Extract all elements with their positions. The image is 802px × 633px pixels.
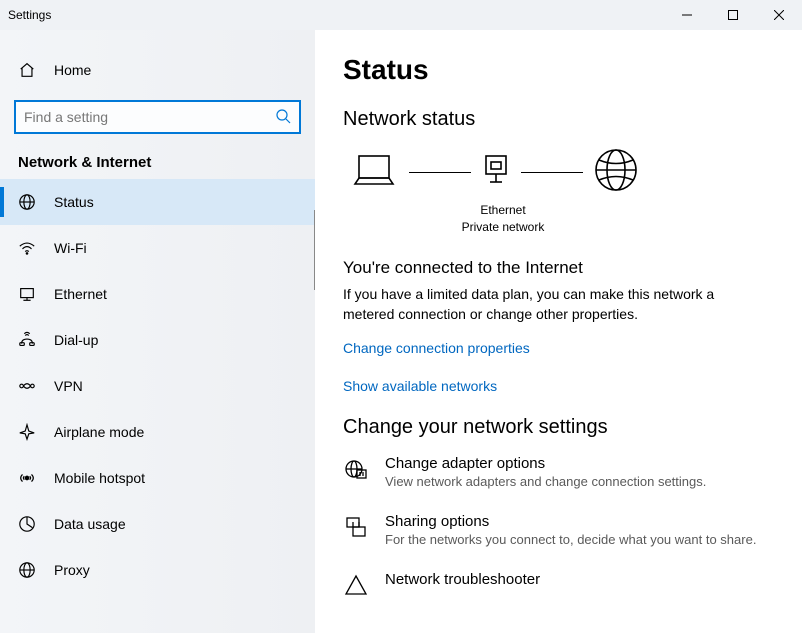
option-change-adapter[interactable]: Change adapter options View network adap… <box>343 455 774 489</box>
nav-label: Status <box>54 194 94 210</box>
close-button[interactable] <box>756 0 802 30</box>
nav-item-vpn[interactable]: VPN <box>0 363 315 409</box>
option-title: Network troubleshooter <box>385 571 540 588</box>
nav-item-proxy[interactable]: Proxy <box>0 547 315 593</box>
nav-item-dialup[interactable]: Dial-up <box>0 317 315 363</box>
link-show-networks[interactable]: Show available networks <box>343 378 774 394</box>
connector-line <box>521 172 583 174</box>
ethernet-icon <box>18 285 36 303</box>
nav-label: Mobile hotspot <box>54 470 145 486</box>
category-header: Network & Internet <box>0 144 315 179</box>
content-area: Status Network status <box>315 30 802 633</box>
connection-type: Private network <box>443 219 563 236</box>
search-field[interactable] <box>24 109 275 125</box>
section-change-settings: Change your network settings <box>343 416 774 439</box>
airplane-icon <box>18 423 36 441</box>
nav-item-status[interactable]: Status <box>0 179 315 225</box>
option-desc: View network adapters and change connect… <box>385 474 706 489</box>
troubleshoot-icon <box>343 571 369 597</box>
proxy-icon <box>18 561 36 579</box>
window-title: Settings <box>8 8 51 22</box>
home-label: Home <box>54 62 91 78</box>
nav-label: Proxy <box>54 562 90 578</box>
nav-label: VPN <box>54 378 83 394</box>
nav-label: Wi-Fi <box>54 240 87 256</box>
link-change-connection[interactable]: Change connection properties <box>343 340 774 356</box>
home-button[interactable]: Home <box>0 48 315 92</box>
vpn-icon <box>18 377 36 395</box>
globe-icon <box>593 147 639 198</box>
nav-item-ethernet[interactable]: Ethernet <box>0 271 315 317</box>
titlebar: Settings <box>0 0 802 30</box>
sidebar: Home Network & Internet <box>0 30 315 633</box>
page-title: Status <box>343 54 774 86</box>
option-title: Change adapter options <box>385 455 706 472</box>
connection-name: Ethernet <box>443 202 563 219</box>
wifi-icon <box>18 239 36 257</box>
home-icon <box>18 61 36 79</box>
nav-label: Dial-up <box>54 332 98 348</box>
minimize-button[interactable] <box>664 0 710 30</box>
nav-label: Ethernet <box>54 286 107 302</box>
maximize-button[interactable] <box>710 0 756 30</box>
nav-item-datausage[interactable]: Data usage <box>0 501 315 547</box>
nav-item-wifi[interactable]: Wi-Fi <box>0 225 315 271</box>
nav-label: Data usage <box>54 516 126 532</box>
diagram-caption: Ethernet Private network <box>443 202 563 236</box>
nav-label: Airplane mode <box>54 424 144 440</box>
option-title: Sharing options <box>385 513 756 530</box>
status-heading: You're connected to the Internet <box>343 258 774 278</box>
dialup-icon <box>18 331 36 349</box>
nav-item-airplane[interactable]: Airplane mode <box>0 409 315 455</box>
status-icon <box>18 193 36 211</box>
nav-item-hotspot[interactable]: Mobile hotspot <box>0 455 315 501</box>
adapter-options-icon <box>343 455 369 481</box>
option-desc: For the networks you connect to, decide … <box>385 532 756 547</box>
option-troubleshooter[interactable]: Network troubleshooter <box>343 571 774 597</box>
option-sharing[interactable]: Sharing options For the networks you con… <box>343 513 774 547</box>
search-input[interactable] <box>14 100 301 134</box>
laptop-icon <box>349 150 399 195</box>
datausage-icon <box>18 515 36 533</box>
search-icon <box>275 108 291 127</box>
connector-line <box>409 172 471 174</box>
hotspot-icon <box>18 469 36 487</box>
nav-list: Status Wi-Fi Ether <box>0 179 315 593</box>
sharing-icon <box>343 513 369 539</box>
adapter-icon <box>481 152 511 193</box>
network-diagram <box>349 147 774 198</box>
section-network-status: Network status <box>343 108 774 131</box>
status-description: If you have a limited data plan, you can… <box>343 284 763 325</box>
